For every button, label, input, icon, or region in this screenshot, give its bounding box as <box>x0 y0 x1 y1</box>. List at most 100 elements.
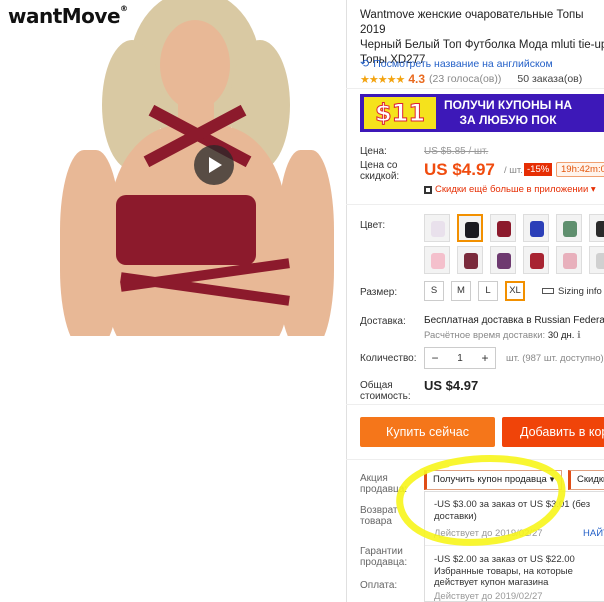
product-photo[interactable] <box>40 0 336 336</box>
delivery-estimate: Расчётное время доставки: 30 дн. ℹ <box>424 330 581 341</box>
color-swatch[interactable] <box>457 246 483 274</box>
swatch-thumbnail <box>497 221 511 237</box>
color-swatch[interactable] <box>556 214 582 242</box>
price-unit: / шт. <box>504 165 523 176</box>
sizing-info-link[interactable]: Sizing info <box>542 286 602 297</box>
translate-title-link[interactable]: ⟲ Посмотреть название на английском <box>360 57 553 71</box>
color-swatch[interactable] <box>490 246 516 274</box>
countdown-timer: 19h:42m:0 <box>556 162 604 177</box>
color-swatch[interactable] <box>424 246 450 274</box>
swatch-thumbnail <box>563 221 577 237</box>
buy-now-button[interactable]: Купить сейчас <box>360 417 495 447</box>
quantity-input[interactable]: 1 <box>445 353 475 364</box>
rating-row: ★★★★★ 4.3 (23 голоса(ов)) 50 заказа(ов) <box>360 72 582 86</box>
product-gallery: wantMove® <box>0 0 346 602</box>
coupon-banner[interactable]: $11 ПОЛУЧИ КУПОНЫ НА ЗА ЛЮБУЮ ПОК <box>360 94 604 132</box>
coupon-dropdown: -US $3.00 за заказ от US $3.01 (без дост… <box>424 491 604 602</box>
arm-left-shape <box>60 150 120 336</box>
color-swatch[interactable] <box>589 214 604 242</box>
return-label: Возврат товара <box>360 505 398 527</box>
color-swatch[interactable] <box>490 214 516 242</box>
divider <box>346 204 604 205</box>
swatch-thumbnail <box>563 253 577 269</box>
sale-price: US $4.97 <box>424 160 495 179</box>
quantity-increase-button[interactable]: + <box>475 351 495 365</box>
size-label: Размер: <box>360 287 398 298</box>
color-swatch[interactable] <box>556 246 582 274</box>
swatch-thumbnail <box>464 253 478 269</box>
color-label: Цвет: <box>360 220 386 231</box>
swatch-thumbnail <box>530 253 544 269</box>
swatch-thumbnail <box>431 221 445 237</box>
quantity-available: шт. (987 шт. доступно) <box>506 353 604 364</box>
seller-promo-label: Акция продавца: <box>360 473 408 495</box>
ruler-icon <box>542 288 554 294</box>
orders-count: 50 заказа(ов) <box>517 73 583 85</box>
video-play-button[interactable] <box>194 145 234 185</box>
divider <box>346 0 347 602</box>
swatch-thumbnail <box>497 253 511 269</box>
divider <box>425 545 604 546</box>
coupon-get-link[interactable]: НАЙТИ <box>583 528 604 539</box>
qr-code-icon <box>424 185 432 194</box>
color-swatch[interactable] <box>523 246 549 274</box>
app-discount-label: Скидки ещё больше в приложении ▾ <box>435 184 596 195</box>
delivery-estimate-label: Расчётное время доставки: <box>424 330 546 341</box>
coupon-item: -US $3.00 за заказ от US $3.01 (без дост… <box>434 499 591 522</box>
delivery-days: 30 дн. <box>547 330 575 341</box>
get-seller-coupon-label: Получить купон продавца <box>433 474 547 485</box>
old-price: US $5.85 / шт. <box>424 146 489 157</box>
discount-badge: -15% <box>524 163 553 176</box>
get-seller-coupon-button[interactable]: Получить купон продавца ▼ <box>424 470 562 490</box>
arm-right-shape <box>278 150 334 336</box>
size-option-l[interactable]: L <box>478 281 498 301</box>
total-label: Общая стоимость: <box>360 380 411 402</box>
swatch-thumbnail <box>431 253 445 269</box>
product-detail-panel: Wantmove женские очаровательные Топы 201… <box>346 0 604 602</box>
color-swatch[interactable] <box>457 214 483 242</box>
color-swatch-grid <box>424 214 604 274</box>
price-label: Цена: <box>360 146 387 157</box>
discount-price-label: Цена со скидкой: <box>360 160 400 182</box>
translate-title-label: Посмотреть название на английском <box>373 57 553 70</box>
quantity-label: Количество: <box>360 353 417 364</box>
swatch-thumbnail <box>530 221 544 237</box>
shipping-label: Доставка: <box>360 316 406 327</box>
divider <box>346 404 604 405</box>
color-swatch[interactable] <box>589 246 604 274</box>
swatch-thumbnail <box>596 253 604 269</box>
chevron-down-icon: ▼ <box>548 475 556 484</box>
rating-stars-icon: ★★★★★ <box>360 73 405 86</box>
total-price: US $4.97 <box>424 378 479 393</box>
translate-icon: ⟲ <box>360 58 370 70</box>
banner-text: ПОЛУЧИ КУПОНЫ НА ЗА ЛЮБУЮ ПОК <box>444 98 573 127</box>
coupon-expiry: Действует до 2019/02/27 <box>434 591 543 602</box>
payment-label: Оплата: <box>360 580 398 591</box>
divider <box>346 459 604 460</box>
app-discount-link[interactable]: Скидки ещё больше в приложении ▾ <box>424 184 596 195</box>
swatch-thumbnail <box>596 221 604 237</box>
size-option-xl[interactable]: XL <box>505 281 525 301</box>
add-to-cart-button[interactable]: Добавить в корзину <box>502 417 604 447</box>
guarantee-label: Гарантии продавца: <box>360 546 408 568</box>
coupon-item: -US $2.00 за заказ от US $22.00 Избранны… <box>434 554 575 588</box>
size-options: S M L XL Sizing info <box>424 281 602 301</box>
banner-price: $11 <box>364 97 436 129</box>
swatch-thumbnail <box>465 222 479 238</box>
divider <box>346 88 604 89</box>
color-swatch[interactable] <box>523 214 549 242</box>
top-bandeau <box>116 195 256 265</box>
play-icon <box>209 157 222 173</box>
sizing-info-label: Sizing info <box>558 285 602 297</box>
quantity-decrease-button[interactable]: − <box>425 351 445 365</box>
coupon-expiry: Действует до 2019/02/27 <box>434 528 543 539</box>
rating-value: 4.3 <box>408 72 425 86</box>
info-icon[interactable]: ℹ <box>577 330 581 341</box>
discounts-button[interactable]: Скидки <box>568 470 604 490</box>
quantity-stepper: − 1 + <box>424 347 496 369</box>
color-swatch[interactable] <box>424 214 450 242</box>
size-option-m[interactable]: M <box>451 281 471 301</box>
shipping-method[interactable]: Бесплатная доставка в Russian Federation <box>424 315 604 326</box>
size-option-s[interactable]: S <box>424 281 444 301</box>
reviews-link[interactable]: (23 голоса(ов)) <box>429 73 501 85</box>
